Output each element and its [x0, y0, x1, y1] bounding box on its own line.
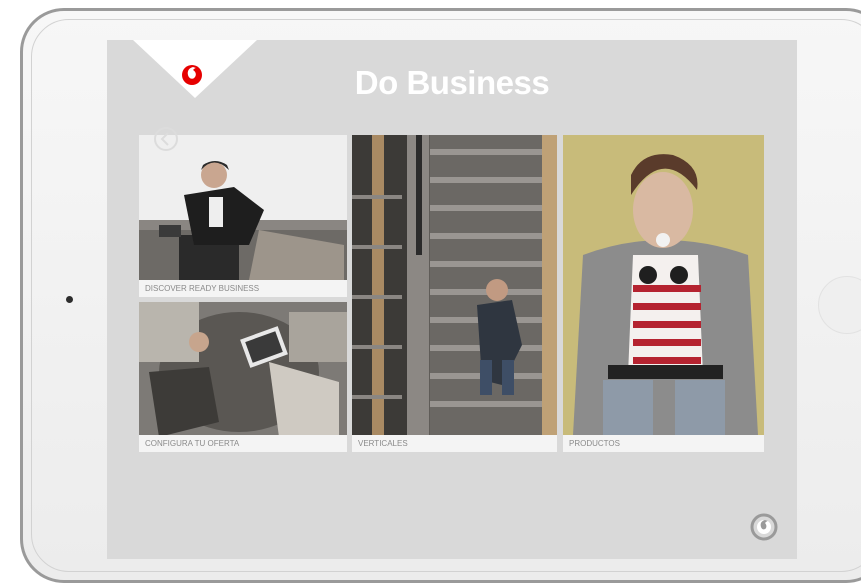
tile-configure-offer[interactable]: CONFIGURA TU OFERTA — [139, 302, 347, 452]
vodafone-mark-icon[interactable] — [749, 512, 779, 542]
tile-ready-business[interactable]: DISCOVER READY BUSINESS — [139, 135, 347, 297]
page-title: Do Business — [354, 64, 550, 101]
tile-photo-woman-tablet — [563, 135, 764, 452]
tile-caption: CONFIGURA TU OFERTA — [139, 435, 347, 452]
tile-productos[interactable]: PRODUCTOS — [563, 135, 764, 452]
camera-dot — [66, 296, 73, 303]
tile-caption: DISCOVER READY BUSINESS — [139, 280, 347, 297]
tile-photo-man-on-sofa — [139, 135, 347, 297]
tile-photo-staircase — [352, 135, 557, 452]
tile-caption: VERTICALES — [352, 435, 557, 452]
tile-caption: PRODUCTOS — [563, 435, 764, 452]
tile-photo-meeting-tablets — [139, 302, 347, 452]
back-arrow-icon[interactable] — [153, 126, 179, 152]
app-screen: Do Business DISCOVER READY BUSINESS CONF… — [107, 40, 797, 559]
tile-verticales[interactable]: VERTICALES — [352, 135, 557, 452]
